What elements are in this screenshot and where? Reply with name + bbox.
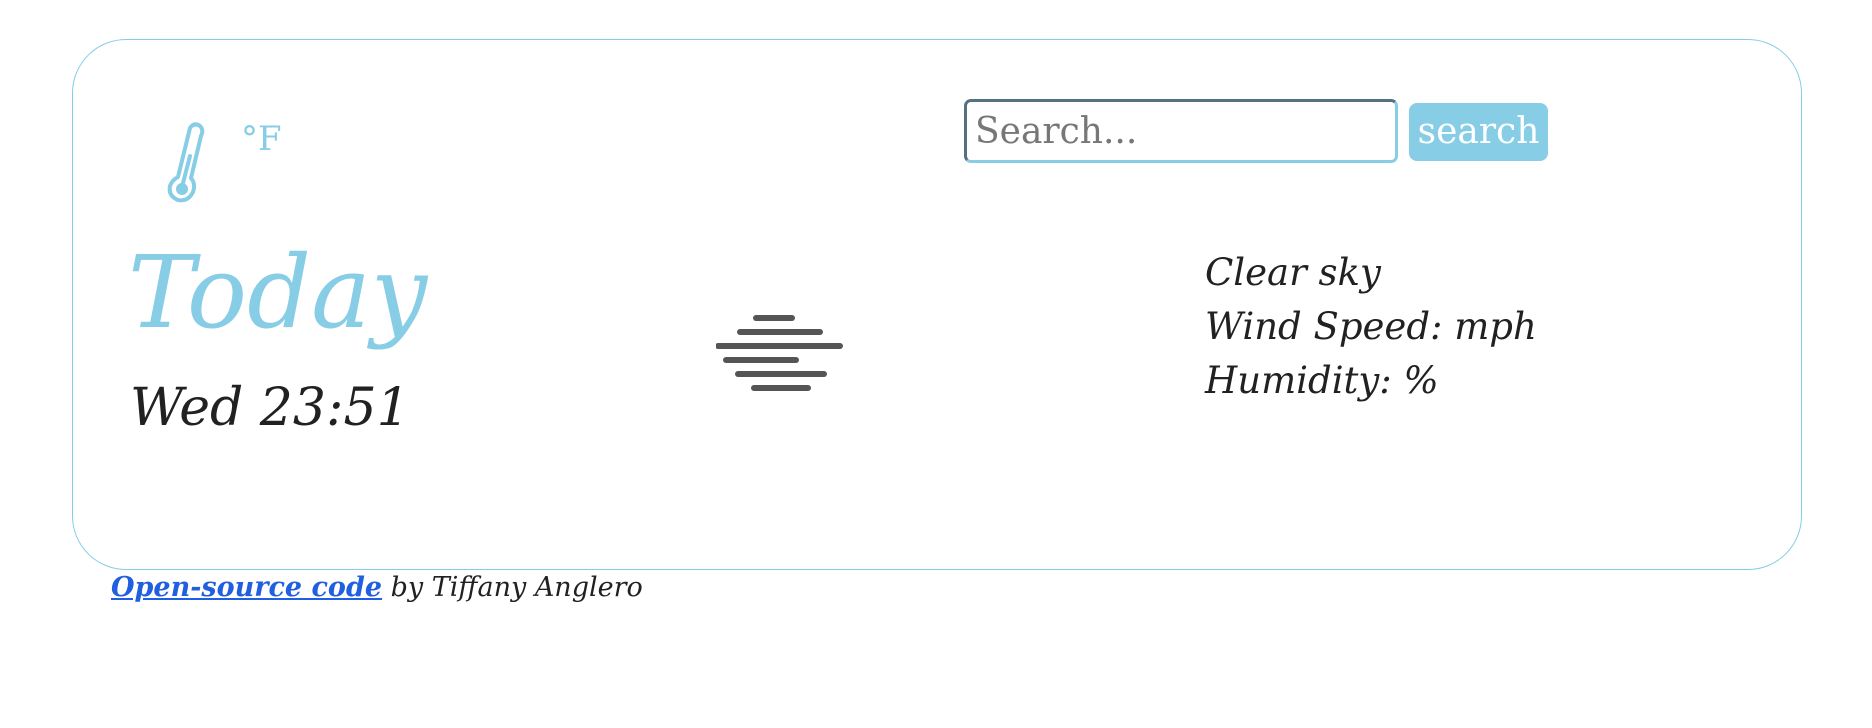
mist-icon: [716, 315, 843, 391]
weather-details: Clear sky Wind Speed: mph Humidity: %: [1205, 246, 1537, 408]
search-button[interactable]: search: [1409, 103, 1548, 161]
footer-credit: by Tiffany Anglero: [382, 572, 643, 603]
current-datetime: Wed 23:51: [130, 378, 410, 438]
wind-speed: Wind Speed: mph: [1205, 305, 1537, 348]
open-source-link[interactable]: Open-source code: [111, 572, 382, 603]
humidity: Humidity: %: [1205, 359, 1439, 402]
day-heading: Today: [128, 234, 428, 351]
weather-description: Clear sky: [1205, 251, 1381, 294]
thermometer-icon: [167, 122, 205, 203]
temperature-unit-label[interactable]: °F: [241, 122, 282, 156]
search-input[interactable]: [964, 99, 1398, 163]
footer: Open-source code by Tiffany Anglero: [111, 572, 643, 603]
